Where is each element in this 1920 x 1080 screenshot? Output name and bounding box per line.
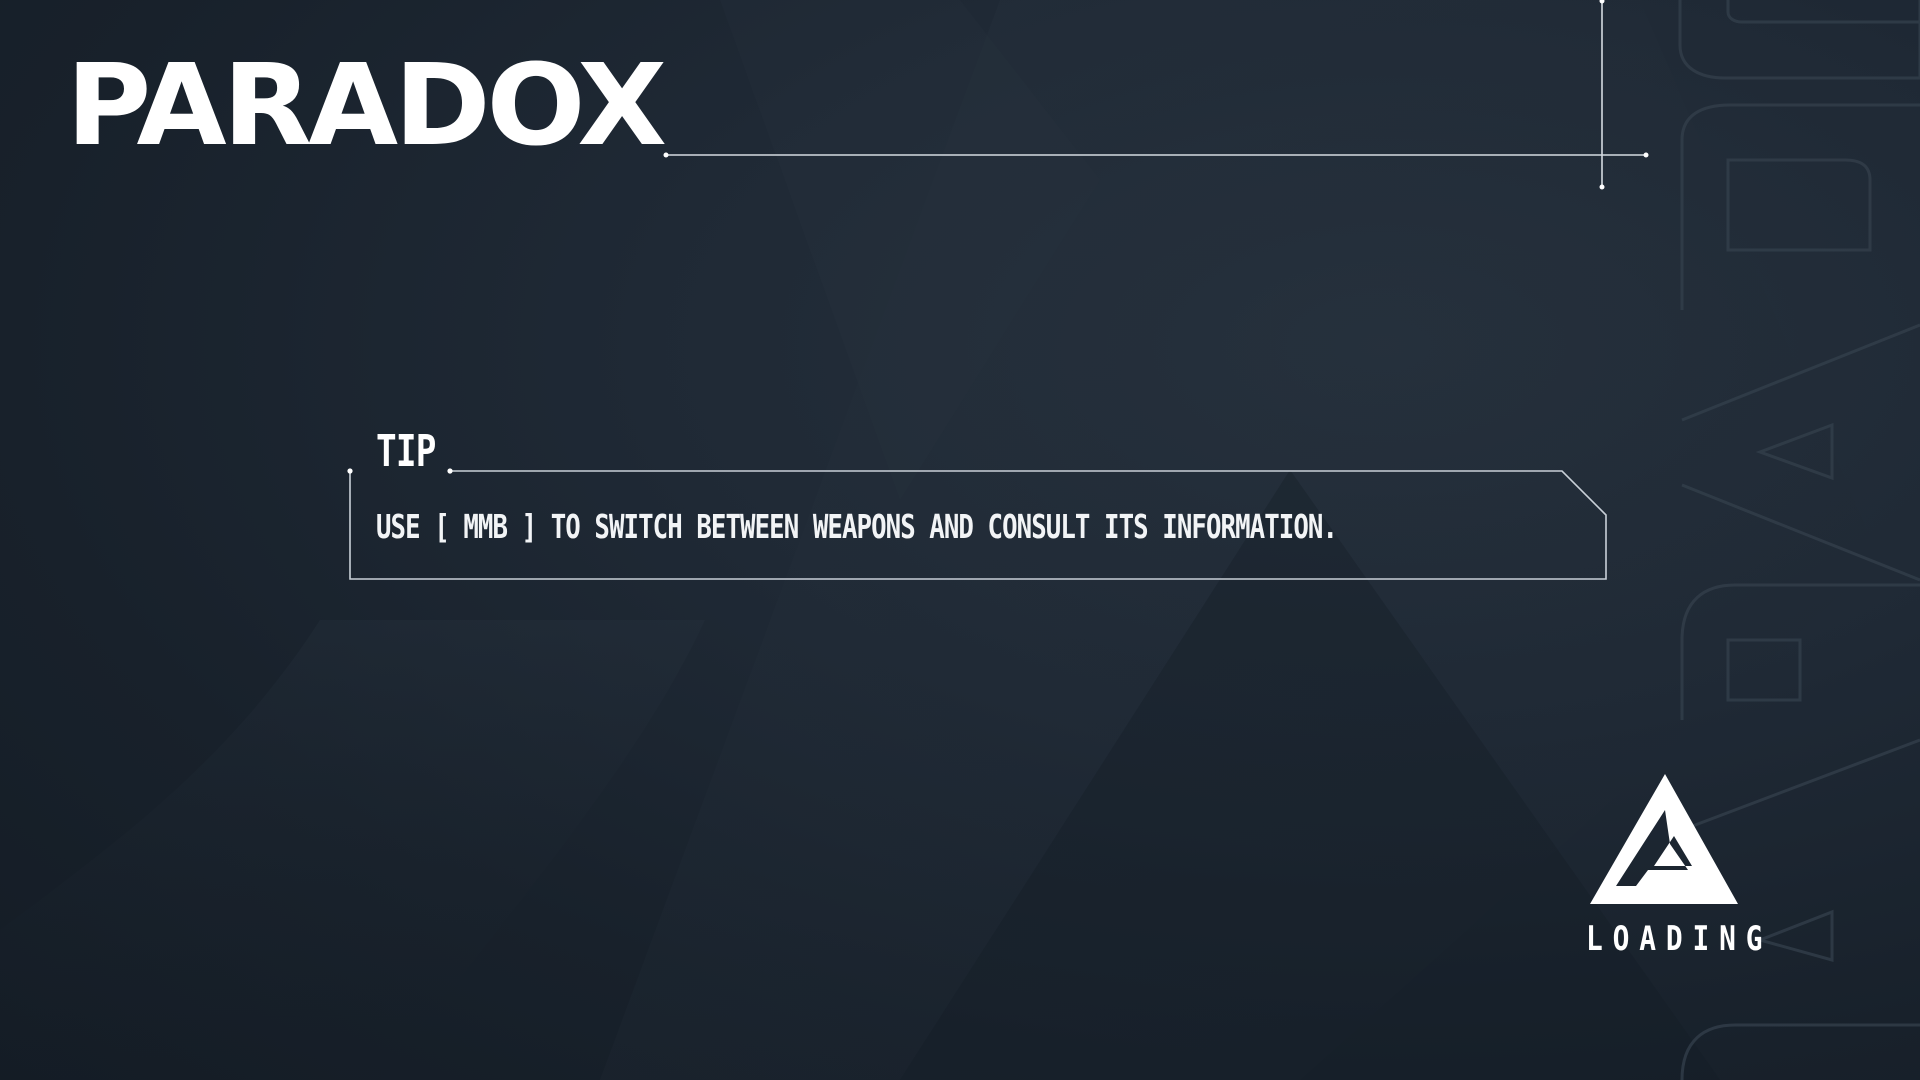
brand-title: PARADOX [66,41,667,171]
triangle-logo-icon [1590,774,1738,904]
loading-label: LOADING [1586,919,1773,959]
tip-label: TIP [376,426,436,477]
tip-text: USE [ MMB ] TO SWITCH BETWEEN WEAPONS AN… [376,507,1338,546]
bg-curve-shape [0,620,705,1080]
loading-screen: PARADOX TIP USE [ MMB ] TO SWITCH BETWEE… [0,0,1920,1080]
